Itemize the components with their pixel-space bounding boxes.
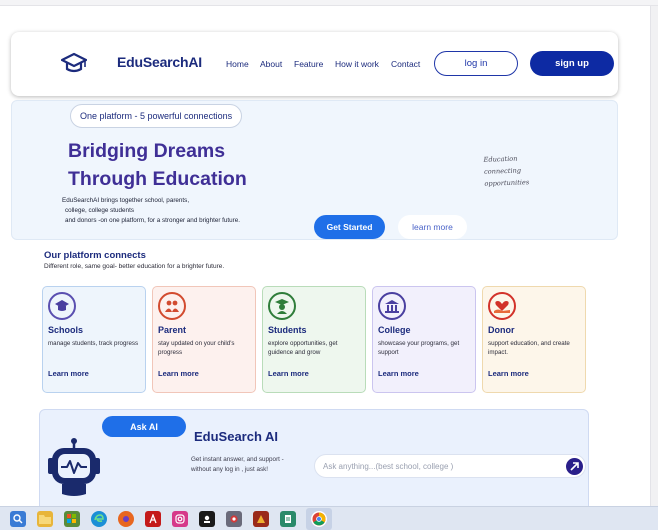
student-icon xyxy=(268,292,296,320)
hero-title-line2: Through Education xyxy=(68,168,247,190)
graduation-cap-icon xyxy=(61,52,87,73)
card-parent[interactable]: Parent stay updated on your child's prog… xyxy=(152,286,256,393)
school-icon xyxy=(48,292,76,320)
hero-desc-line2: college, college students xyxy=(65,207,134,214)
card-students[interactable]: Students explore opportunities, get guid… xyxy=(262,286,366,393)
card-title: Parent xyxy=(158,325,187,335)
hero-title-line1: Bridging Dreams xyxy=(68,140,226,162)
donor-icon xyxy=(488,292,516,320)
card-learn-more-link[interactable]: Learn more xyxy=(158,369,199,378)
handwritten-line3: opportunities xyxy=(484,178,530,188)
hero-section: One platform - 5 powerful connections Br… xyxy=(11,100,618,240)
card-college[interactable]: College showcase your programs, get supp… xyxy=(372,286,476,393)
card-description: manage students, track progress xyxy=(48,340,139,347)
nav-contact[interactable]: Contact xyxy=(391,59,420,69)
section-subtitle: Different role, same goal- better educat… xyxy=(44,263,225,270)
card-learn-more-link[interactable]: Learn more xyxy=(488,369,529,378)
nav-about[interactable]: About xyxy=(260,59,282,69)
navbar: EduSearchAI Home About Feature How it wo… xyxy=(11,32,618,96)
card-title: Students xyxy=(268,325,307,335)
hero-desc-line3: and donors -on one platform, for a stron… xyxy=(65,217,241,224)
ask-desc-line2: without any log in , just ask! xyxy=(191,466,269,473)
card-schools[interactable]: Schools manage students, track progress … xyxy=(42,286,146,393)
section-title: Our platform connects xyxy=(44,250,146,261)
chrome-icon[interactable] xyxy=(311,511,327,527)
store-icon[interactable] xyxy=(64,511,80,527)
brand-name[interactable]: EduSearchAI xyxy=(117,54,202,70)
ask-ai-section: Ask AI EduSearch AI Get instant answer, … xyxy=(39,409,589,519)
card-description: explore opportunities, get guidence and … xyxy=(268,340,338,356)
file-explorer-icon[interactable] xyxy=(37,511,53,527)
ask-ai-description: Get instant answer, and support - withou… xyxy=(191,455,284,475)
card-learn-more-link[interactable]: Learn more xyxy=(48,369,89,378)
get-started-button[interactable]: Get Started xyxy=(314,215,385,239)
media-icon[interactable] xyxy=(199,511,215,527)
edge-icon[interactable] xyxy=(91,511,107,527)
card-learn-more-link[interactable]: Learn more xyxy=(378,369,419,378)
nav-how-it-work[interactable]: How it work xyxy=(335,59,379,69)
ask-desc-line1: Get instant answer, and support - xyxy=(191,456,284,463)
card-learn-more-link[interactable]: Learn more xyxy=(268,369,309,378)
hero-description: EduSearchAI brings together school, pare… xyxy=(62,196,240,226)
firefox-icon[interactable] xyxy=(118,511,134,527)
camera-icon[interactable] xyxy=(226,511,242,527)
nav-feature[interactable]: Feature xyxy=(294,59,323,69)
card-donor[interactable]: Donor support education, and create impa… xyxy=(482,286,586,393)
learn-more-button[interactable]: learn more xyxy=(398,215,467,239)
parent-icon xyxy=(158,292,186,320)
nav-home[interactable]: Home xyxy=(226,59,249,69)
platform-connects-section: Our platform connects Different role, sa… xyxy=(36,244,602,403)
card-title: Schools xyxy=(48,325,84,335)
login-button[interactable]: log in xyxy=(434,51,518,76)
hero-desc-line1: EduSearchAI brings together school, pare… xyxy=(62,197,190,204)
notepad-icon[interactable] xyxy=(280,511,296,527)
card-description: showcase your programs, get support xyxy=(378,340,460,356)
connections-pill: One platform - 5 powerful connections xyxy=(70,104,243,128)
instagram-icon[interactable] xyxy=(172,511,188,527)
acrobat-icon[interactable] xyxy=(145,511,161,527)
college-icon xyxy=(378,292,406,320)
hero-title: Bridging Dreams Through Education xyxy=(68,137,247,193)
browser-top-edge xyxy=(0,0,658,6)
send-arrow-icon[interactable] xyxy=(566,458,583,475)
card-title: Donor xyxy=(488,325,515,335)
taskbar xyxy=(0,506,658,530)
card-description: stay updated on your child's progress xyxy=(158,340,235,356)
robot-icon xyxy=(48,438,100,496)
scrollbar[interactable] xyxy=(650,6,658,506)
card-title: College xyxy=(378,325,411,335)
app-icon[interactable] xyxy=(253,511,269,527)
ask-ai-button[interactable]: Ask AI xyxy=(102,416,186,437)
ask-ai-title: EduSearch AI xyxy=(194,429,279,444)
windows-search-icon[interactable] xyxy=(10,511,26,527)
ask-input[interactable]: Ask anything...(best school, college ) xyxy=(314,454,586,478)
signup-button[interactable]: sign up xyxy=(530,51,614,76)
handwritten-note: Education connecting opportunities xyxy=(483,152,529,190)
card-description: support education, and create impact. xyxy=(488,340,570,356)
